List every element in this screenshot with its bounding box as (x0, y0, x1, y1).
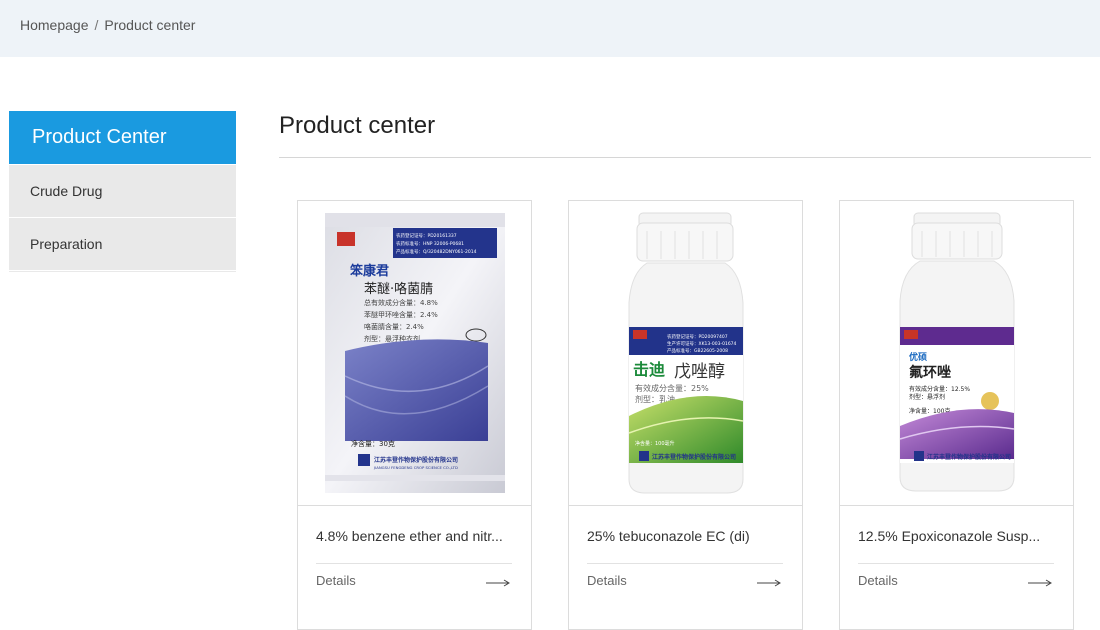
product-name[interactable]: 12.5% Epoxiconazole Susp... (858, 528, 1056, 544)
arrow-right-icon[interactable] (1028, 579, 1052, 587)
svg-text:苯醚甲环唑含量：2.4%: 苯醚甲环唑含量：2.4% (364, 310, 438, 319)
main-content: Product center (279, 111, 1091, 158)
svg-text:农药登记证号：PD20161337: 农药登记证号：PD20161337 (396, 232, 457, 239)
details-link[interactable]: Details (858, 573, 898, 588)
svg-text:咯菌腈含量：2.4%: 咯菌腈含量：2.4% (364, 322, 424, 331)
svg-text:JIANGSU FENGDENG CROP SCIENCE: JIANGSU FENGDENG CROP SCIENCE CO.,LTD (373, 465, 458, 470)
breadcrumb: Homepage / Product center (20, 17, 195, 33)
product-card: 农药登记证号：PD20161337 农药标准号：HNP 32006-P0681 … (297, 200, 532, 630)
svg-text:戊唑醇: 戊唑醇 (674, 362, 725, 382)
sidebar-item-crude-drug[interactable]: Crude Drug (9, 164, 236, 217)
arrow-right-icon[interactable] (757, 579, 781, 587)
breadcrumb-separator: / (94, 17, 99, 33)
breadcrumb-home-link[interactable]: Homepage (20, 17, 89, 33)
pesticide-bottle-image: 优硕 氟环唑 有效成分含量：12.5% 剂型：悬浮剂 净含量：100克 江苏丰登… (899, 212, 1015, 492)
svg-text:江苏丰登作物保护股份有限公司: 江苏丰登作物保护股份有限公司 (927, 453, 1011, 461)
page-title: Product center (279, 112, 436, 139)
svg-text:江苏丰登作物保护股份有限公司: 江苏丰登作物保护股份有限公司 (374, 456, 458, 464)
title-divider (279, 157, 1091, 158)
svg-text:优硕: 优硕 (909, 351, 927, 363)
svg-text:有效成分含量：12.5%: 有效成分含量：12.5% (909, 385, 970, 393)
product-name[interactable]: 25% tebuconazole EC (di) (587, 528, 785, 544)
svg-text:净含量：100毫升: 净含量：100毫升 (635, 440, 675, 447)
card-divider (587, 563, 783, 564)
sidebar-title: Product Center (9, 111, 236, 164)
svg-text:江苏丰登作物保护股份有限公司: 江苏丰登作物保护股份有限公司 (652, 453, 736, 461)
svg-text:净含量：30克: 净含量：30克 (351, 439, 395, 448)
svg-text:生产许可证号：XK13-003-01674: 生产许可证号：XK13-003-01674 (667, 340, 737, 347)
svg-text:农药标准号：HNP 32006-P0681: 农药标准号：HNP 32006-P0681 (396, 240, 464, 247)
product-image[interactable]: 农药登记证号：PD20097407 生产许可证号：XK13-003-01674 … (569, 201, 802, 506)
svg-text:氟环唑: 氟环唑 (909, 364, 951, 381)
sidebar-item-preparation[interactable]: Preparation (9, 217, 236, 270)
svg-text:农药登记证号：PD20097407: 农药登记证号：PD20097407 (667, 333, 728, 340)
pesticide-bottle-image: 农药登记证号：PD20097407 生产许可证号：XK13-003-01674 … (628, 212, 744, 494)
svg-text:剂型：悬浮剂: 剂型：悬浮剂 (909, 393, 945, 401)
product-image[interactable]: 优硕 氟环唑 有效成分含量：12.5% 剂型：悬浮剂 净含量：100克 江苏丰登… (840, 201, 1073, 506)
breadcrumb-bar: Homepage / Product center (0, 0, 1100, 57)
product-card: 优硕 氟环唑 有效成分含量：12.5% 剂型：悬浮剂 净含量：100克 江苏丰登… (839, 200, 1074, 630)
details-link[interactable]: Details (316, 573, 356, 588)
svg-text:击迪: 击迪 (633, 360, 665, 379)
details-link[interactable]: Details (587, 573, 627, 588)
breadcrumb-current: Product center (104, 17, 196, 33)
svg-text:产品标准号：GB22605-2008: 产品标准号：GB22605-2008 (667, 347, 728, 354)
svg-text:苯醚·咯菌腈: 苯醚·咯菌腈 (364, 282, 433, 297)
card-divider (858, 563, 1054, 564)
product-name[interactable]: 4.8% benzene ether and nitr... (316, 528, 514, 544)
svg-text:有效成分含量：25%: 有效成分含量：25% (635, 383, 709, 393)
svg-text:产品标准号：Q/320482DNY061-2014: 产品标准号：Q/320482DNY061-2014 (396, 248, 477, 255)
card-divider (316, 563, 512, 564)
product-image[interactable]: 农药登记证号：PD20161337 农药标准号：HNP 32006-P0681 … (298, 201, 531, 506)
svg-text:总有效成分含量：4.8%: 总有效成分含量：4.8% (364, 298, 438, 307)
product-card: 农药登记证号：PD20097407 生产许可证号：XK13-003-01674 … (568, 200, 803, 630)
pesticide-bag-image: 农药登记证号：PD20161337 农药标准号：HNP 32006-P0681 … (325, 213, 505, 493)
svg-text:笨康君: 笨康君 (350, 263, 389, 279)
sidebar: Product Center Crude Drug Preparation (9, 111, 236, 272)
arrow-right-icon[interactable] (486, 579, 510, 587)
